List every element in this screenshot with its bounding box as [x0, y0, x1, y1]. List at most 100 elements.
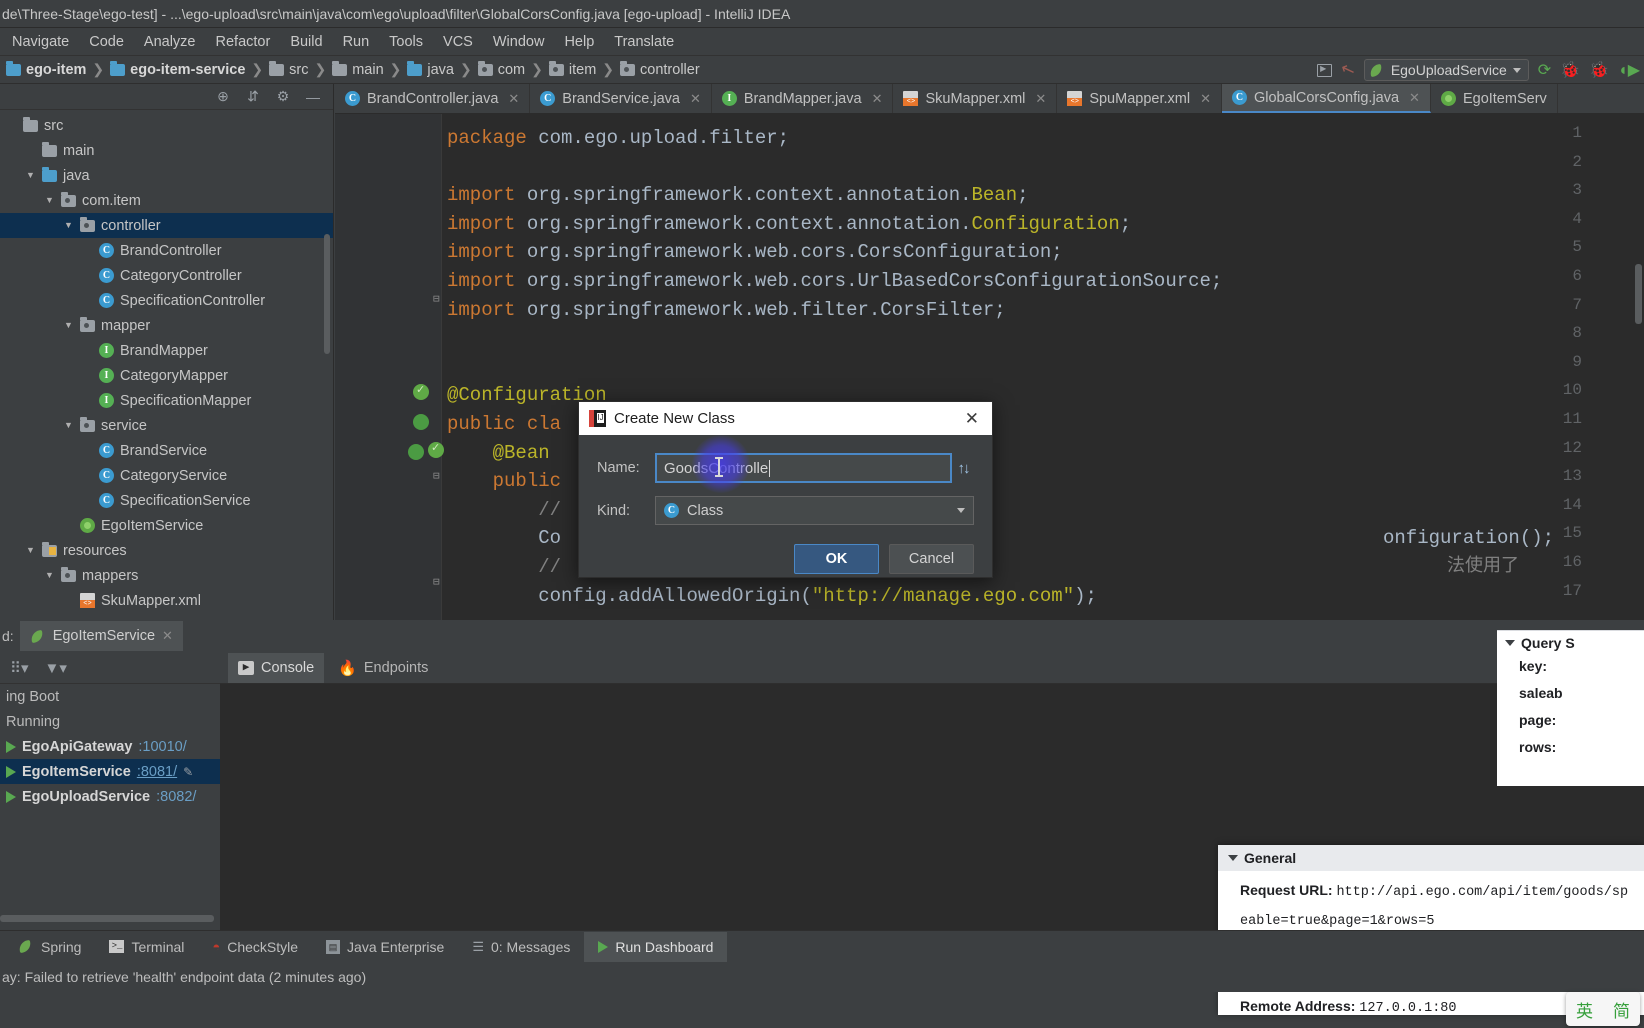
fold-marker-block[interactable]: ⊟	[433, 575, 440, 589]
run-dashboard-item-egouploadservice[interactable]: EgoUploadService :8082/	[0, 784, 220, 809]
tree-expand-arrow-icon[interactable]: ▼	[63, 421, 74, 430]
tree-node-java[interactable]: ▼ java	[0, 163, 333, 188]
code-line[interactable]: config.addAllowedOrigin("http://manage.e…	[447, 582, 1644, 611]
locate-icon[interactable]: ⊕	[215, 88, 231, 105]
code-line[interactable]: import org.springframework.web.filter.Co…	[447, 296, 1644, 325]
service-port-link[interactable]: :8082/	[156, 789, 196, 805]
tab-console[interactable]: ▶ Console	[228, 652, 325, 683]
tree-node-com-item[interactable]: ▼ com.item	[0, 188, 333, 213]
menu-item-run[interactable]: Run	[333, 31, 380, 53]
editor-gutter[interactable]	[335, 114, 442, 620]
code-line[interactable]: import org.springframework.context.annot…	[447, 181, 1644, 210]
service-port-link[interactable]: :10010/	[138, 739, 186, 755]
close-icon[interactable]: ✕	[1200, 91, 1211, 107]
close-icon[interactable]: ✕	[162, 628, 173, 644]
code-line[interactable]: import org.springframework.context.annot…	[447, 210, 1644, 239]
tree-node-specificationservice[interactable]: ▼CSpecificationService	[0, 488, 333, 513]
tree-expand-arrow-icon[interactable]: ▼	[44, 196, 55, 205]
profile-icon[interactable]: ◖▶	[1618, 60, 1640, 80]
tab-endpoints[interactable]: 🔥 Endpoints	[328, 653, 438, 683]
editor-tab-brandmapper-java[interactable]: I BrandMapper.java ✕	[712, 84, 894, 113]
fold-marker-method[interactable]: ⊟	[433, 469, 440, 483]
tree-node-main[interactable]: ▼main	[0, 138, 333, 163]
tool-window-button-terminal[interactable]: >_ Terminal	[95, 932, 198, 962]
breadcrumb-item-src[interactable]: src	[265, 60, 312, 78]
run-dashboard-horizontal-scrollbar[interactable]	[0, 915, 214, 922]
menu-item-code[interactable]: Code	[79, 31, 134, 53]
screen-icon[interactable]	[1316, 63, 1332, 77]
tool-window-button-checkstyle[interactable]: ◓ CheckStyle	[198, 932, 312, 962]
breadcrumb-item-controller[interactable]: controller	[616, 60, 704, 78]
class-name-input[interactable]: GoodsControlle	[655, 453, 952, 483]
filter-icon[interactable]: ▼▾	[45, 659, 67, 677]
tree-node-resources[interactable]: ▼ resources	[0, 538, 333, 563]
breadcrumb-item-com[interactable]: com	[474, 60, 529, 78]
breadcrumb-item-ego-item[interactable]: ego-item	[2, 60, 90, 78]
ok-button[interactable]: OK	[794, 544, 879, 574]
cancel-button[interactable]: Cancel	[889, 544, 974, 574]
run-dashboard-group-springboot[interactable]: ing Boot	[0, 684, 220, 709]
close-icon[interactable]: ✕	[872, 91, 883, 107]
tool-window-button-messages[interactable]: ☰ 0: Messages	[458, 932, 584, 962]
run-configuration-selector[interactable]: EgoUploadService	[1363, 59, 1529, 81]
tree-node-categorymapper[interactable]: ▼ICategoryMapper	[0, 363, 333, 388]
menu-item-window[interactable]: Window	[483, 31, 555, 53]
coverage-icon[interactable]: 🐞	[1589, 60, 1609, 80]
spring-bean-gutter-icon[interactable]	[413, 414, 429, 430]
hide-icon[interactable]: —	[305, 89, 321, 105]
service-port-link[interactable]: :8081/	[137, 764, 177, 780]
close-icon[interactable]: ✕	[1035, 91, 1046, 107]
run-gutter-icon[interactable]	[413, 383, 429, 400]
code-line[interactable]: import org.springframework.web.cors.Cors…	[447, 238, 1644, 267]
rerun-icon[interactable]: ⟳	[1538, 60, 1551, 80]
gear-icon[interactable]: ⚙	[275, 88, 291, 105]
spring-bean-gutter-icon[interactable]	[408, 444, 424, 460]
tree-expand-arrow-icon[interactable]: ▼	[63, 321, 74, 330]
tree-node-egoitemservice[interactable]: ▼EgoItemService	[0, 513, 333, 538]
editor-tab-brandcontroller-java[interactable]: C BrandController.java ✕	[335, 84, 531, 113]
tree-expand-arrow-icon[interactable]: ▼	[44, 571, 55, 580]
code-line[interactable]	[447, 153, 1644, 182]
menu-item-navigate[interactable]: Navigate	[2, 31, 79, 53]
debug-icon[interactable]: 🐞	[1560, 60, 1580, 80]
tree-node-brandmapper[interactable]: ▼IBrandMapper	[0, 338, 333, 363]
menu-item-help[interactable]: Help	[554, 31, 604, 53]
hammer-icon[interactable]: ↖	[1338, 58, 1358, 82]
query-string-section-header[interactable]: Query S	[1497, 631, 1644, 653]
kind-select[interactable]: C Class	[655, 496, 974, 525]
menu-item-vcs[interactable]: VCS	[433, 31, 483, 53]
project-tree-scrollbar[interactable]	[324, 234, 330, 354]
tool-window-button-spring[interactable]: Spring	[4, 932, 95, 962]
close-icon[interactable]: ✕	[1409, 90, 1420, 106]
tree-node-controller[interactable]: ▼ controller	[0, 213, 333, 238]
edit-icon[interactable]: ✎	[183, 765, 193, 779]
breadcrumb-item-ego-item-service[interactable]: ego-item-service	[106, 60, 249, 78]
tree-expand-arrow-icon[interactable]: ▼	[25, 546, 36, 555]
editor-tab-globalcorsconfig-java[interactable]: C GlobalCorsConfig.java ✕	[1221, 84, 1431, 113]
devtools-general-header[interactable]: General	[1218, 845, 1644, 871]
tree-node-service[interactable]: ▼ service	[0, 413, 333, 438]
breadcrumb-item-item[interactable]: item	[545, 60, 600, 78]
tool-window-button-run-dashboard[interactable]: Run Dashboard	[584, 931, 728, 962]
editor-tab-skumapper-xml[interactable]: SkuMapper.xml ✕	[893, 84, 1058, 113]
collapse-all-icon[interactable]: ⇵	[245, 88, 261, 105]
editor-tab-egoitemserv[interactable]: EgoItemServ	[1431, 84, 1558, 113]
menu-item-translate[interactable]: Translate	[604, 31, 684, 53]
menu-item-refactor[interactable]: Refactor	[206, 31, 281, 53]
close-icon[interactable]: ✕	[690, 91, 701, 107]
tree-node-src[interactable]: ▼src	[0, 113, 333, 138]
code-line[interactable]	[447, 353, 1644, 382]
close-icon[interactable]: ✕	[508, 91, 519, 107]
editor-scrollbar[interactable]	[1635, 264, 1642, 324]
tree-node-brandcontroller[interactable]: ▼CBrandController	[0, 238, 333, 263]
breadcrumb-item-java[interactable]: java	[403, 60, 458, 78]
run-dashboard-item-egoitemservice[interactable]: EgoItemService :8081/ ✎	[0, 759, 220, 784]
fold-marker-imports[interactable]: ⊟	[433, 292, 440, 306]
tree-expand-arrow-icon[interactable]: ▼	[63, 221, 74, 230]
menu-item-tools[interactable]: Tools	[379, 31, 433, 53]
menu-item-analyze[interactable]: Analyze	[134, 31, 206, 53]
ime-indicator[interactable]: 英 简	[1566, 992, 1640, 1026]
tree-node-specificationmapper[interactable]: ▼ISpecificationMapper	[0, 388, 333, 413]
run-dashboard-item-egoapigateway[interactable]: EgoApiGateway :10010/	[0, 734, 220, 759]
tree-expand-arrow-icon[interactable]: ▼	[25, 171, 36, 180]
